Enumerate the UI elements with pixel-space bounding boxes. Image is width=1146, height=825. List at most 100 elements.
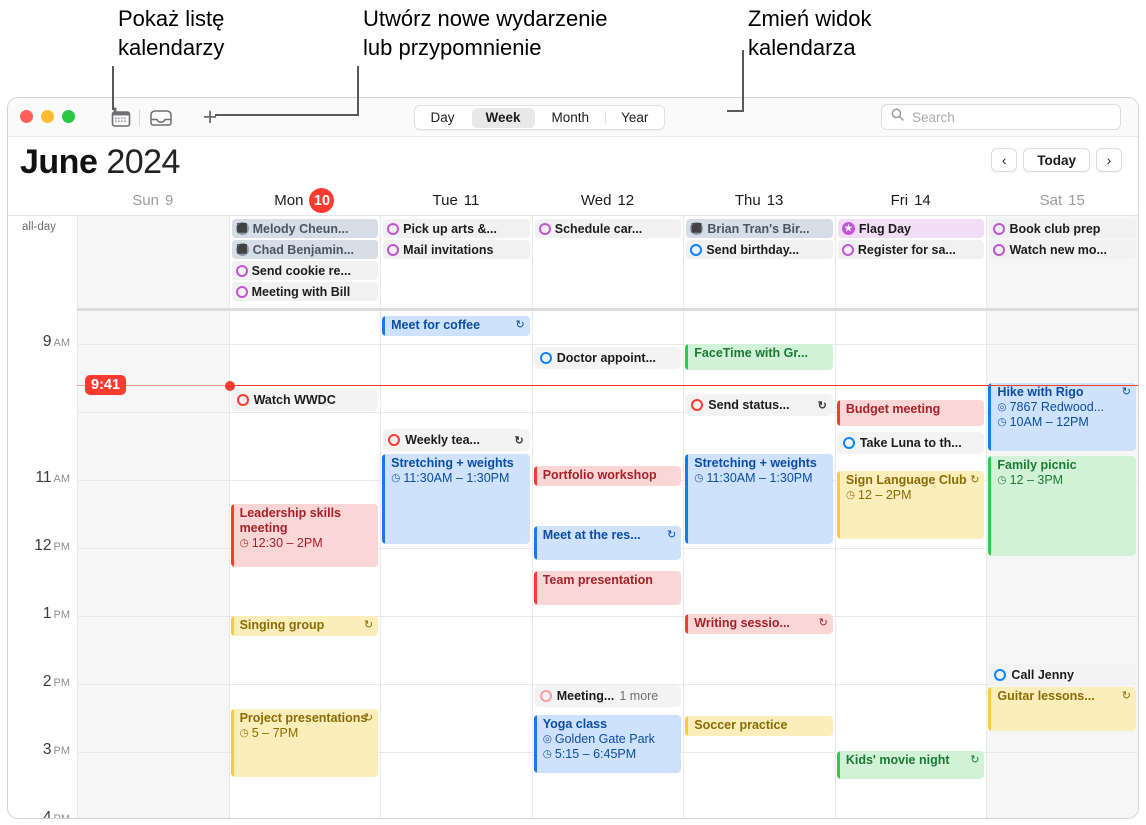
calendar-event[interactable]: Yoga class ◎ Golden Gate Park ◷ 5:15 – 6:45P… [533,715,682,773]
event-title: Budget meeting [845,402,941,416]
calendar-event[interactable]: Meet for coffee ↻ [382,316,530,336]
event-body: Portfolio workshop [534,466,682,483]
day-header-mon[interactable]: Mon 10 [229,186,381,215]
event-color-bar [988,383,992,451]
event-location: ◎ Golden Gate Park [543,732,678,747]
event-body: Hike with Rigo ◎ 7867 Redwood... ◷ 10AM – 12… [988,383,1136,430]
gift-icon: ⬛ [235,243,249,256]
hour-number: 3 [42,741,52,758]
day-header-sat[interactable]: Sat 15 [986,186,1138,215]
all-day-event-chip[interactable]: Send birthday... [686,240,833,259]
calendar-event[interactable]: Singing group ↻ [230,616,379,636]
calendar-event[interactable]: Meet at the res... ↻ [533,526,682,560]
calendar-event[interactable]: Writing sessio... ↻ [685,614,833,634]
all-day-event-title: Brian Tran's Bir... [707,221,810,236]
tab-week[interactable]: Week [471,107,535,128]
calendar-event[interactable]: Guitar lessons... ↻ [988,687,1136,731]
all-day-event-chip[interactable]: ⬛ Brian Tran's Bir... [686,219,833,238]
all-day-column-tue[interactable]: Pick up arts &... Mail invitations [380,216,532,311]
event-title: Stretching + weights [694,456,817,470]
calendar-event[interactable]: Budget meeting [836,400,985,426]
reminder-item[interactable]: Send status... ↻ [685,394,833,416]
day-header-tue[interactable]: Tue 11 [380,186,532,215]
calendar-event[interactable]: Stretching + weights ◷ 11:30AM – 1:30PM [382,454,530,544]
all-day-event-chip[interactable]: Mail invitations [383,240,530,259]
calendar-event[interactable]: FaceTime with Gr... [685,344,833,370]
zoom-window-button[interactable] [62,110,75,123]
day-header-thu[interactable]: Thu 13 [683,186,835,215]
all-day-column-sat[interactable]: Book club prep Watch new mo... [986,216,1138,311]
repeat-icon: ↻ [970,474,980,486]
circle-purple-icon [387,222,400,235]
all-day-event-chip[interactable]: Meeting with Bill [231,282,379,301]
all-day-event-title: Watch new mo... [1009,242,1107,257]
search-input[interactable] [910,108,1099,126]
day-header-fri[interactable]: Fri 14 [835,186,987,215]
event-title: Soccer practice [694,718,788,732]
event-time: ◷ 11:30AM – 1:30PM [694,471,829,486]
all-day-event-chip[interactable]: Pick up arts &... [383,219,530,238]
calendar-event[interactable]: Leadership skills meeting ◷ 12:30 – 2PM [230,504,379,567]
circle-purple-icon [235,264,248,277]
next-week-button[interactable]: › [1096,148,1122,172]
event-time: ◷ 5 – 7PM [240,726,375,741]
reminder-item[interactable]: Weekly tea... ↻ [382,429,530,451]
day-header-wed[interactable]: Wed 12 [532,186,684,215]
hour-number: 9 [42,333,52,350]
close-window-button[interactable] [20,110,33,123]
callout-leader-2b [215,114,359,116]
reminder-title: Watch WWDC [253,393,336,407]
all-day-column-sun[interactable] [77,216,229,311]
calendar-event[interactable]: Family picnic ◷ 12 – 3PM [988,456,1136,556]
calendar-event[interactable]: Hike with Rigo ◎ 7867 Redwood... ◷ 10AM – 12… [988,383,1136,451]
repeat-icon: ↻ [667,529,677,541]
reminder-title: Meeting... [556,689,615,703]
day-name: Thu [734,192,761,209]
all-day-column-wed[interactable]: Schedule car... [531,216,684,311]
pin-icon: ◎ [542,733,552,745]
hour-label: 9 AM [8,333,70,351]
all-day-event-chip[interactable]: ⬛ Melody Cheun... [231,219,379,238]
current-time-line: 9:41 [77,374,1138,395]
time-grid: 9AM11AM12PM1PM2PM3PM4PM5PM6PM Watch WWDC… [8,311,1138,818]
calendar-event[interactable]: Sign Language Club ◷ 12 – 2PM ↻ [836,471,985,539]
calendar-event[interactable]: Portfolio workshop [533,466,682,486]
page-title: June 2024 [20,142,180,182]
event-color-bar [836,471,840,539]
all-day-event-chip[interactable]: Watch new mo... [989,240,1137,259]
tab-year[interactable]: Year [607,108,662,128]
calendar-event[interactable]: Kids' movie night ↻ [836,751,985,779]
tab-day[interactable]: Day [417,108,469,128]
all-day-event-chip[interactable]: Register for sa... [837,240,985,259]
calendar-event[interactable]: Team presentation [533,571,682,605]
clock-icon: ◷ [845,489,856,501]
hour-number: 1 [42,605,52,622]
reminder-item[interactable]: Call Jenny [988,664,1136,686]
all-day-column-fri[interactable]: ★ Flag Day Register for sa... [834,216,987,311]
minimize-window-button[interactable] [41,110,54,123]
callout-show-calendar-list: Pokaż listę kalendarzy [118,6,225,60]
more-events-label[interactable]: 1 more [619,689,658,703]
all-day-event-chip[interactable]: ★ Flag Day [837,219,985,238]
all-day-event-chip[interactable]: Schedule car... [534,219,682,238]
star-icon: ★ [841,222,855,235]
all-day-event-chip[interactable]: Book club prep [989,219,1137,238]
reminder-item[interactable]: Take Luna to th... [836,432,985,454]
event-body: Meet for coffee [382,316,530,333]
all-day-event-chip[interactable]: ⬛ Chad Benjamin... [231,240,379,259]
segment-divider [604,111,606,124]
all-day-column-thu[interactable]: ⬛ Brian Tran's Bir... Send birthday... [683,216,835,311]
previous-week-button[interactable]: ‹ [991,148,1018,172]
event-body: Meet at the res... [534,526,682,543]
reminder-item[interactable]: Watch WWDC [230,389,379,411]
all-day-column-mon[interactable]: ⬛ Melody Cheun... ⬛ Chad Benjamin... Send co… [228,216,381,311]
reminder-item[interactable]: Doctor appoint... [533,347,682,369]
all-day-event-chip[interactable]: Send cookie re... [231,261,379,280]
reminder-item[interactable]: Meeting... 1 more [533,685,682,707]
day-header-sun[interactable]: Sun 9 [77,186,229,215]
calendar-event[interactable]: Soccer practice [685,716,833,736]
calendar-event[interactable]: Project presentations ◷ 5 – 7PM ↻ [230,709,379,777]
today-button[interactable]: Today [1023,148,1090,172]
tab-month[interactable]: Month [538,108,604,128]
calendar-event[interactable]: Stretching + weights ◷ 11:30AM – 1:30PM [685,454,833,544]
